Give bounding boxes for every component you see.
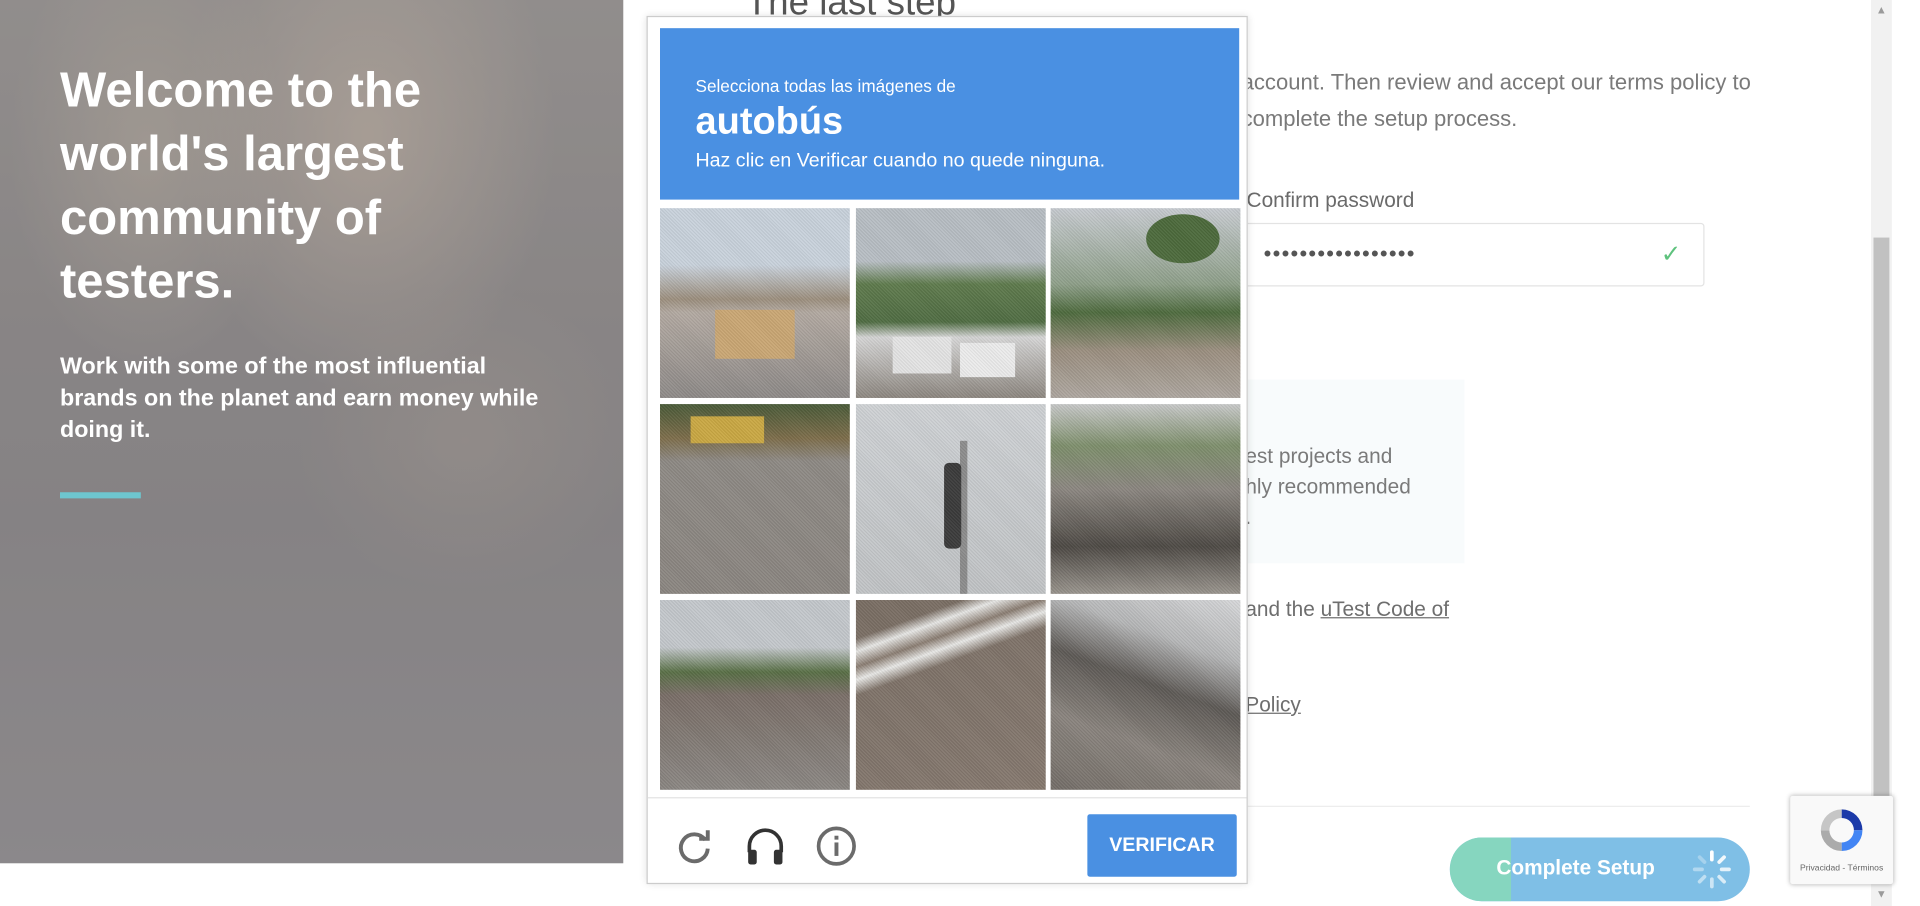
tile-noise — [660, 600, 850, 790]
privacy-policy-link[interactable]: Policy — [1245, 693, 1301, 717]
tile-noise — [855, 600, 1046, 790]
intro-text: account. Then review and accept our term… — [1241, 69, 1751, 132]
verify-button[interactable]: VERIFICAR — [1087, 814, 1237, 877]
captcha-tile-5[interactable] — [855, 404, 1046, 594]
tile-noise — [855, 404, 1046, 594]
code-of-conduct-link[interactable]: uTest Code of — [1321, 598, 1449, 621]
captcha-instruction: Haz clic en Verificar cuando no quede ni… — [695, 150, 1106, 172]
captcha-tile-1[interactable] — [660, 208, 850, 398]
captcha-tile-2[interactable] — [855, 208, 1046, 398]
captcha-tile-4[interactable] — [660, 404, 850, 594]
terms-text: and the uTest Code of — [1245, 598, 1449, 622]
confirm-password-label: Confirm password — [1246, 188, 1415, 212]
recaptcha-badge[interactable]: Privacidad - Términos — [1790, 795, 1894, 885]
tile-noise — [855, 208, 1046, 398]
scrollbar[interactable]: ▲ ▼ — [1871, 0, 1892, 906]
headphones-icon — [747, 828, 784, 865]
info-icon — [816, 826, 856, 866]
captcha-tile-3[interactable] — [1050, 208, 1241, 398]
terms-prefix: and the — [1245, 597, 1321, 621]
captcha-footer: VERIFICAR — [647, 797, 1247, 883]
tile-noise — [1050, 600, 1241, 790]
scrollbar-thumb[interactable] — [1873, 237, 1890, 833]
hero-accent-bar — [60, 492, 141, 499]
reload-icon — [678, 830, 710, 864]
complete-setup-button[interactable]: Complete Setup — [1449, 837, 1750, 902]
captcha-challenge: Selecciona todas las imágenes de autobús… — [646, 15, 1248, 885]
tile-noise — [660, 404, 850, 594]
tile-noise — [1050, 208, 1241, 398]
confirm-password-field[interactable]: ••••••••••••••••• ✓ — [1241, 222, 1705, 287]
scroll-up-icon[interactable]: ▲ — [1876, 4, 1887, 16]
audio-button[interactable] — [744, 825, 786, 867]
captcha-tile-7[interactable] — [660, 600, 850, 790]
captcha-tile-6[interactable] — [1050, 404, 1241, 594]
recaptcha-badge-text[interactable]: Privacidad - Términos — [1790, 864, 1893, 873]
complete-setup-label: Complete Setup — [1496, 855, 1655, 880]
captcha-tile-8[interactable] — [855, 600, 1046, 790]
loading-spinner-icon — [1692, 850, 1731, 889]
tile-noise — [1050, 404, 1241, 594]
captcha-prompt: Selecciona todas las imágenes de — [695, 75, 956, 96]
hero-panel: Welcome to the world's largest community… — [0, 0, 624, 864]
captcha-tile-9[interactable] — [1050, 600, 1241, 790]
check-icon: ✓ — [1660, 241, 1682, 269]
captcha-header: Selecciona todas las imágenes de autobús… — [660, 28, 1240, 200]
hero-subheading: Work with some of the most influential b… — [60, 353, 539, 444]
captcha-target: autobús — [695, 99, 844, 143]
reload-button[interactable] — [673, 825, 715, 867]
tile-noise — [660, 208, 850, 398]
info-box-text: est projects and hly recommended . — [1245, 444, 1411, 529]
recaptcha-logo-icon — [1820, 809, 1863, 852]
hero-heading: Welcome to the world's largest community… — [60, 63, 422, 309]
page: Welcome to the world's largest community… — [0, 0, 1920, 906]
scroll-down-icon[interactable]: ▼ — [1876, 888, 1887, 900]
info-box: est projects and hly recommended . — [1235, 379, 1465, 564]
info-button[interactable] — [816, 825, 858, 867]
divider — [1235, 805, 1750, 807]
confirm-password-value: ••••••••••••••••• — [1263, 241, 1416, 266]
